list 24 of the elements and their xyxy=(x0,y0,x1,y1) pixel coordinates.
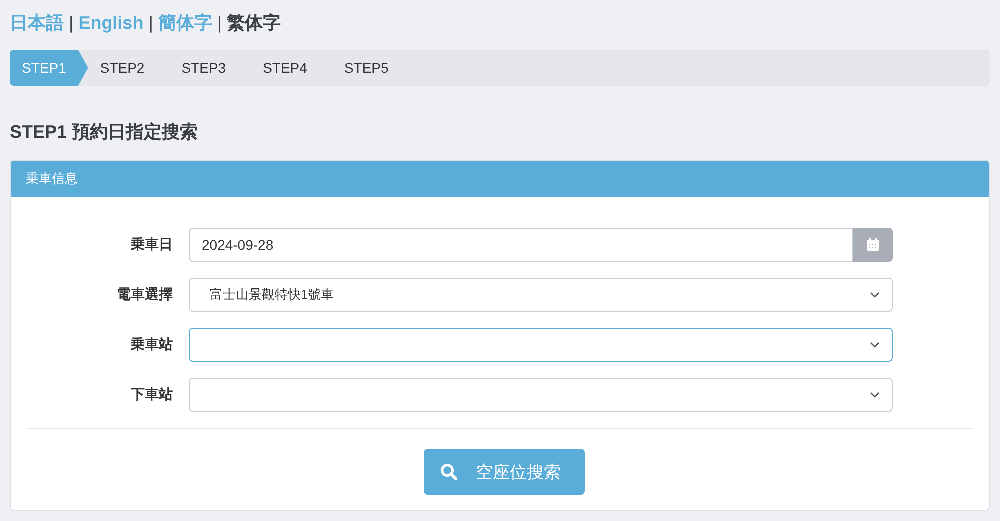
select-field[interactable]: 富士山景觀特快1號車 xyxy=(189,278,893,312)
step-tab[interactable]: STEP3 xyxy=(170,50,244,86)
chevron-down-icon xyxy=(870,392,880,398)
step-tab[interactable]: STEP4 xyxy=(251,50,324,86)
calendar-button[interactable] xyxy=(853,228,893,262)
separator: | xyxy=(217,12,222,34)
step-tab[interactable]: STEP5 xyxy=(332,50,406,86)
search-icon xyxy=(440,463,458,481)
select-field[interactable] xyxy=(189,328,893,362)
date-field[interactable]: 2024-09-28 xyxy=(189,228,853,262)
language-link[interactable]: 繁体字 xyxy=(227,11,282,35)
step-tab[interactable]: STEP2 xyxy=(88,50,162,86)
page-heading: STEP1 預約日指定搜索 xyxy=(10,121,200,144)
separator: | xyxy=(69,12,74,34)
panel-title: 乗車信息 xyxy=(26,171,78,186)
chevron-down-icon xyxy=(870,292,880,298)
chevron-down-icon xyxy=(870,342,880,348)
calendar-icon xyxy=(866,238,880,252)
field-label: 下車站 xyxy=(130,386,174,404)
field-label: 乗車日 xyxy=(130,236,174,254)
field-label: 電車選擇 xyxy=(116,286,174,304)
select-field[interactable] xyxy=(189,378,893,412)
separator: | xyxy=(148,12,154,34)
field-label: 乗車站 xyxy=(130,336,174,354)
